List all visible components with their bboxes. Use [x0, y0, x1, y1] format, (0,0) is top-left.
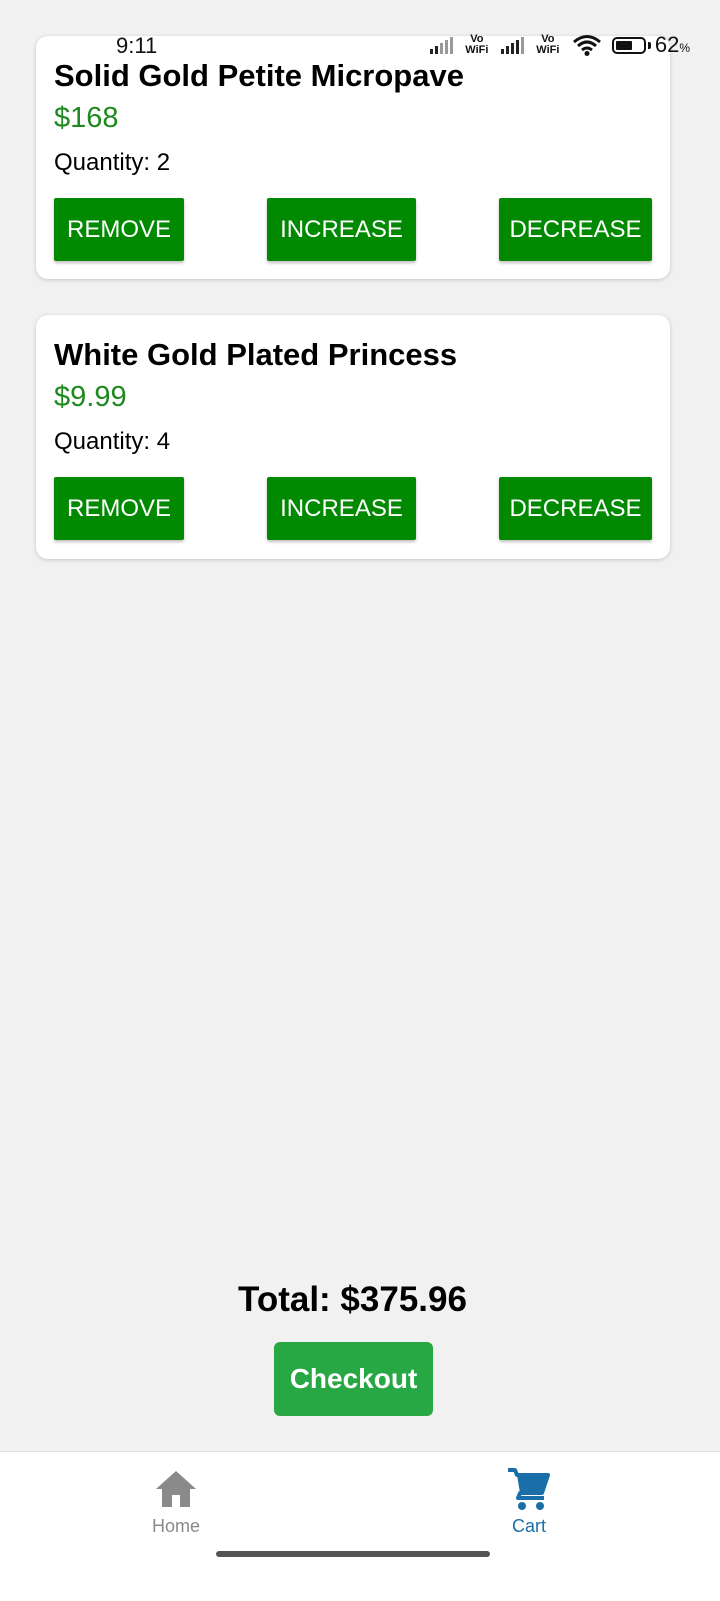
- signal-icon: [500, 36, 524, 54]
- cart-total: Total: $375.96: [238, 1280, 467, 1319]
- product-quantity: Quantity: 2: [54, 149, 171, 176]
- vowifi-icon: Vo WiFi: [536, 33, 560, 56]
- status-bar: 9:11 Vo WiFi Vo WiFi 62%: [0, 0, 720, 72]
- home-indicator[interactable]: [216, 1551, 490, 1557]
- decrease-button[interactable]: DECREASE: [499, 477, 652, 540]
- product-name: White Gold Plated Princess: [54, 337, 458, 372]
- cart-icon: [506, 1466, 552, 1512]
- remove-button[interactable]: REMOVE: [54, 198, 184, 261]
- nav-label-home: Home: [151, 1516, 200, 1536]
- product-price: $9.99: [54, 381, 127, 413]
- increase-button[interactable]: INCREASE: [267, 198, 416, 261]
- nav-label-cart: Cart: [511, 1516, 546, 1536]
- battery-percent: 62%: [654, 32, 690, 57]
- home-icon: [153, 1466, 199, 1512]
- product-quantity: Quantity: 4: [54, 428, 171, 455]
- checkout-button[interactable]: Checkout: [274, 1342, 433, 1416]
- bottom-nav: Home Cart: [0, 1451, 720, 1601]
- product-price: $168: [54, 102, 119, 134]
- status-icons: Vo WiFi Vo WiFi 62%: [429, 32, 690, 58]
- cart-item-card: White Gold Plated Princess $9.99 Quantit…: [36, 315, 670, 559]
- remove-button[interactable]: REMOVE: [54, 477, 184, 540]
- status-time: 9:11: [116, 33, 158, 58]
- wifi-icon: [572, 35, 601, 56]
- vowifi-icon: Vo WiFi: [465, 33, 489, 56]
- battery-icon: 62%: [611, 32, 690, 58]
- battery-fill: [615, 40, 632, 50]
- nav-item-home[interactable]: Home: [116, 1466, 236, 1537]
- signal-icon: [429, 36, 453, 54]
- nav-item-cart[interactable]: Cart: [469, 1466, 589, 1537]
- cart-item-card: Solid Gold Petite Micropave $168 Quantit…: [36, 36, 670, 279]
- increase-button[interactable]: INCREASE: [267, 477, 416, 540]
- decrease-button[interactable]: DECREASE: [499, 198, 652, 261]
